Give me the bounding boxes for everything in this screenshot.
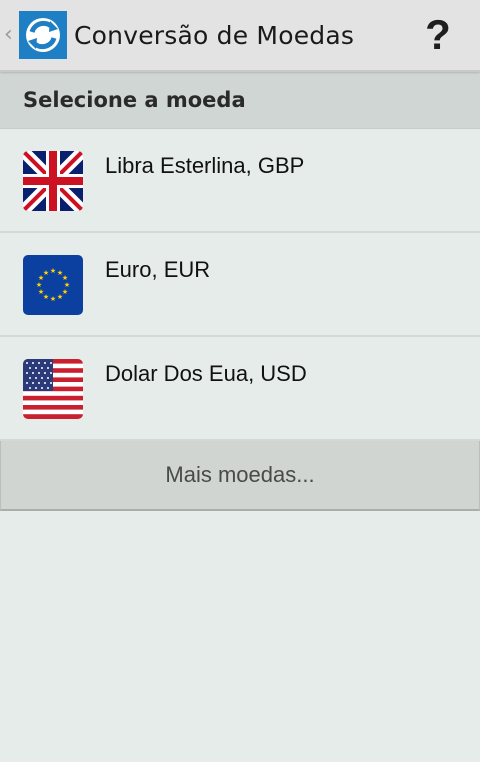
app-title: Conversão de Moedas [74,20,355,50]
us-flag-icon [23,359,83,419]
svg-text:★: ★ [57,293,63,301]
svg-text:★: ★ [38,288,44,296]
currency-label: Libra Esterlina, GBP [105,153,305,178]
currency-label: Euro, EUR [105,257,211,282]
action-bar: ‹ Conversão de Moedas ? [0,0,480,72]
uk-flag-icon [23,151,83,211]
section-header: Selecione a moeda [0,72,480,129]
svg-text:★: ★ [50,295,56,303]
svg-text:★: ★ [43,269,49,277]
currency-item-eur[interactable]: ★ ★ ★ ★ ★ ★ ★ ★ ★ ★ ★ ★ Euro, EUR [0,233,480,337]
currency-label: Dolar Dos Eua, USD [105,361,307,386]
svg-text:★: ★ [50,267,56,275]
help-button[interactable]: ? [418,11,458,58]
svg-text:★: ★ [36,281,42,289]
refresh-exchange-icon[interactable] [19,11,67,59]
more-currencies-button[interactable]: Mais moedas... [0,441,480,511]
eu-flag-icon: ★ ★ ★ ★ ★ ★ ★ ★ ★ ★ ★ ★ [23,255,83,315]
back-caret-icon[interactable]: ‹ [4,24,18,46]
currency-item-gbp[interactable]: Libra Esterlina, GBP [0,129,480,233]
currency-item-usd[interactable]: Dolar Dos Eua, USD [0,337,480,441]
